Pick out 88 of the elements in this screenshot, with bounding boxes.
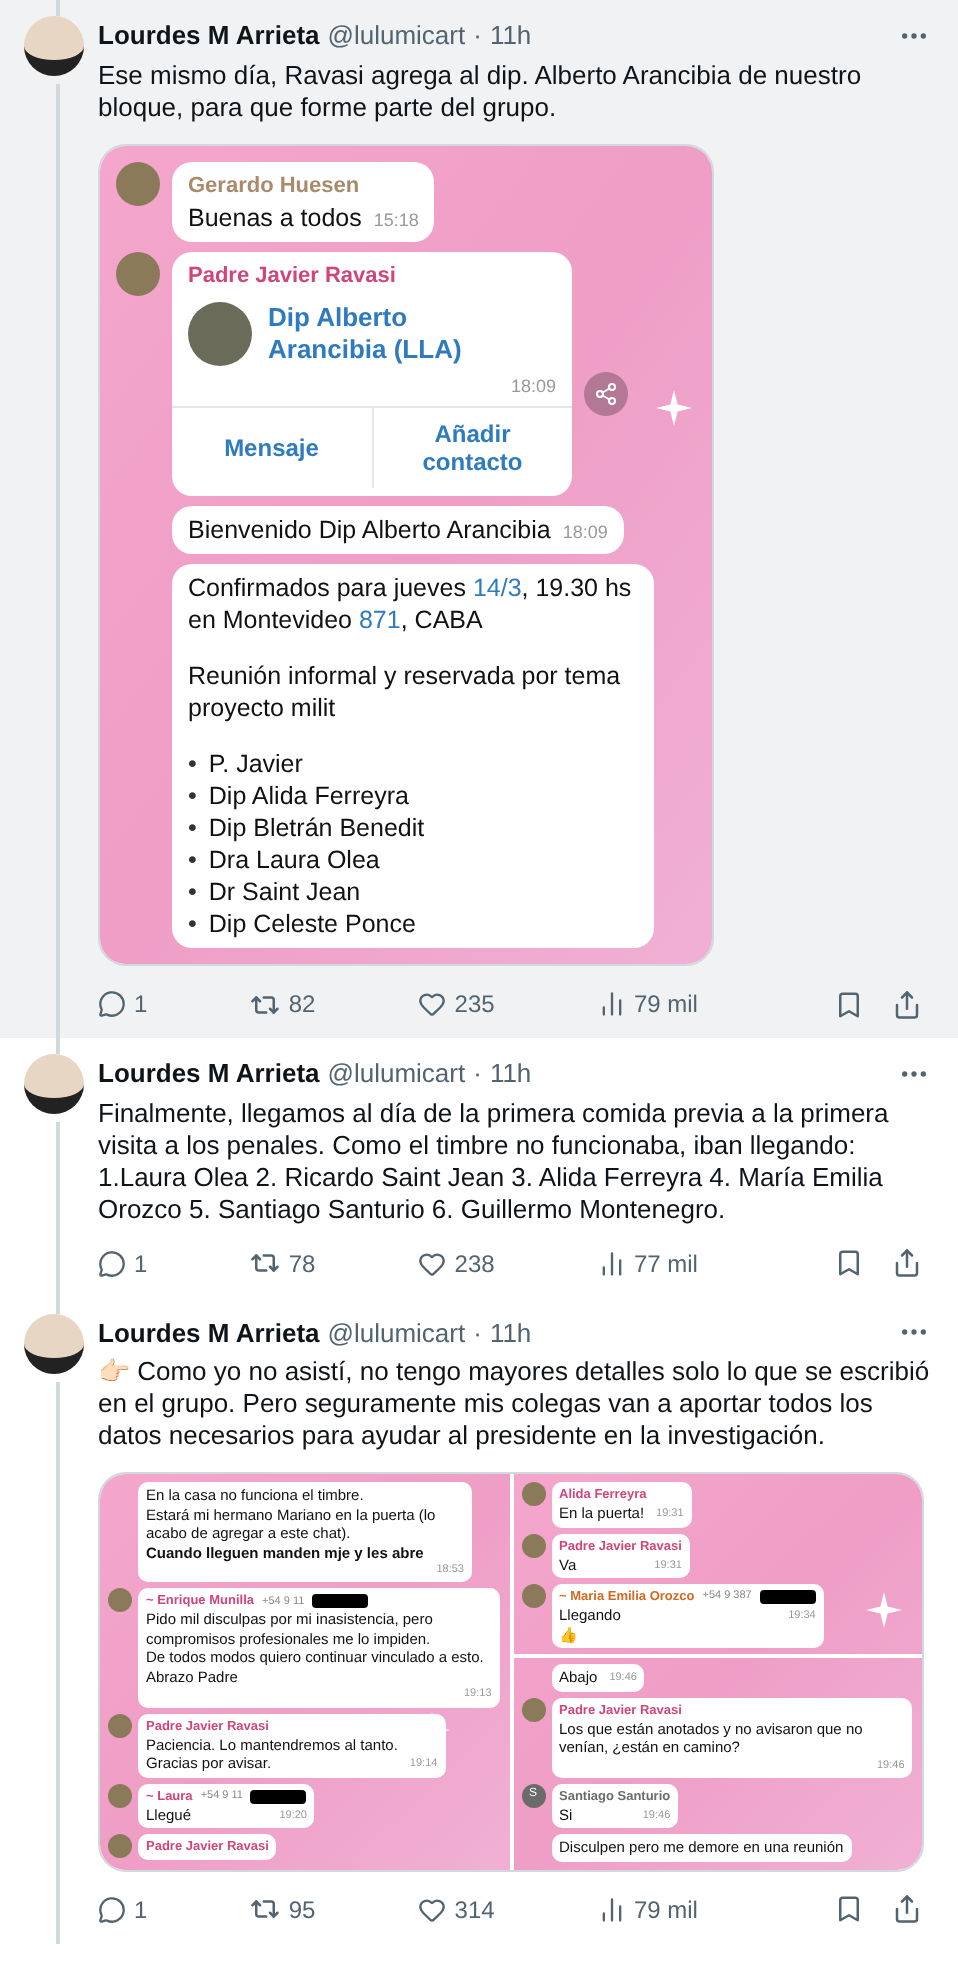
sender-name: Gerardo Huesen [188,171,360,201]
avatar [108,1588,132,1613]
message-link[interactable]: 14/3 [472,574,522,602]
repost-button[interactable]: 82 [250,986,316,1022]
forward-button[interactable] [584,372,628,416]
tweet-text: Finalmente, llegamos al día de la primera comida previa a la primera visita a los penales. Como el timbre no funcionaba, iban llegando: 1.Laura Olea 2. Ricardo Saint Jean 3. Alida Ferreyra 4. María Emilia Orozco 5. Santiago Santurio 6. Guillermo Montenegro. [98,1097,891,1225]
views-button[interactable]: 77 mil [597,1245,698,1281]
message-time: 18:09 [510,373,556,399]
heart-icon [418,990,447,1018]
bookmark-icon[interactable] [834,1894,864,1925]
list-item: Dip Celeste Ponce [208,908,416,940]
avatar [108,1834,132,1858]
list-item: Dip Alida Ferreyra [208,780,409,812]
reply-icon [98,1895,126,1924]
avatar [521,1482,545,1506]
message-text: Buenas a todos [188,202,362,234]
message-text: Confirmados para jueves 14/3, 19.30 hs en Montevideo 871, CABA [188,572,634,636]
bar-chart-icon [597,1249,626,1277]
list-item: Dr Saint Jean [208,876,361,908]
list-item: Dip Bletrán Benedit [208,812,425,844]
dot-separator: · [473,1056,482,1092]
heart-icon [418,1895,447,1924]
reply-icon [98,1249,126,1277]
contact-action-button[interactable]: Mensaje [172,408,371,488]
like-button[interactable]: 314 [418,1891,495,1928]
bar-chart-icon [597,990,626,1018]
tweet-text: 👉🏻 Como yo no asistí, no tengo mayores detalles solo lo que se escribió en el grupo. Pero seguramente mis colegas van a aportar todos los datos necesarios para ayudar al presidente en la investigación. [98,1356,930,1452]
author-name[interactable]: Lourdes M Arrieta [98,1313,320,1352]
bar-chart-icon [597,1895,626,1924]
bullet-mark: • [188,748,197,780]
like-button[interactable]: 235 [418,986,495,1022]
sparkle-icon [656,390,692,427]
author-handle[interactable]: @lulumicart [327,1313,466,1352]
contact-name[interactable]: Dip Alberto Arancibia (LLA) [268,301,528,365]
sender-name: Padre Javier Ravasi [188,262,396,292]
heart-icon [418,1249,447,1277]
message-time: 18:09 [562,519,608,545]
views-button[interactable]: 79 mil [597,986,698,1022]
bullet-mark: • [188,876,197,908]
profile-avatar[interactable] [24,16,84,76]
share-icon[interactable] [892,1894,922,1925]
tweet-time[interactable]: 11h [489,16,532,55]
profile-avatar[interactable] [24,1054,84,1114]
dot-separator: · [473,1315,482,1351]
views-button[interactable]: 79 mil [597,1891,698,1928]
bullet-mark: • [188,812,197,844]
message-link[interactable]: 871 [358,606,401,634]
author-handle[interactable]: @lulumicart [327,16,466,55]
tweet-time[interactable]: 11h [489,1313,532,1352]
avatar [116,161,160,205]
list-item: P. Javier [208,748,303,780]
sparkle-icon [866,1592,902,1629]
repost-button[interactable]: 78 [250,1245,316,1281]
dot-separator: · [473,18,482,54]
tweet-text: Ese mismo día, Ravasi agrega al dip. Alberto Arancibia de nuestro bloque, para que forme parte del grupo. [98,59,864,123]
author-handle[interactable]: @lulumicart [327,1054,466,1093]
reply-icon [98,990,126,1018]
message-time: 15:18 [373,207,419,233]
avatar [521,1697,545,1721]
chat-screenshot[interactable] [98,143,714,966]
bullet-mark: • [188,780,197,812]
profile-avatar[interactable] [24,1313,84,1373]
contact-action-button[interactable]: Añadir contacto [371,408,572,488]
list-item: Dra Laura Olea [208,844,380,876]
avatar [521,1533,545,1557]
avatar [116,252,160,296]
avatar [521,1584,545,1608]
reply-button[interactable]: 1 [98,1245,148,1281]
bullet-mark: • [188,908,197,940]
message-text: Reunión informal y reservada por tema proyecto milit [188,660,623,724]
bullet-mark: • [188,844,197,876]
share-icon[interactable] [892,989,922,1019]
like-button[interactable]: 238 [418,1245,495,1281]
avatar [108,1713,132,1737]
bookmark-icon[interactable] [834,989,864,1019]
reply-button[interactable]: 1 [98,1891,148,1928]
author-name[interactable]: Lourdes M Arrieta [98,16,320,55]
bookmark-icon[interactable] [834,1248,864,1278]
tweet-time[interactable]: 11h [489,1054,532,1093]
reply-button[interactable]: 1 [98,986,148,1022]
repost-icon [250,1248,281,1278]
chat-screenshot[interactable] [98,1472,924,1872]
contact-photo [188,301,252,365]
author-name[interactable]: Lourdes M Arrieta [98,1054,320,1093]
repost-button[interactable]: 95 [250,1891,316,1928]
message-text: Bienvenido Dip Alberto Arancibia [188,514,551,546]
avatar [108,1783,132,1807]
share-icon[interactable] [892,1248,922,1278]
